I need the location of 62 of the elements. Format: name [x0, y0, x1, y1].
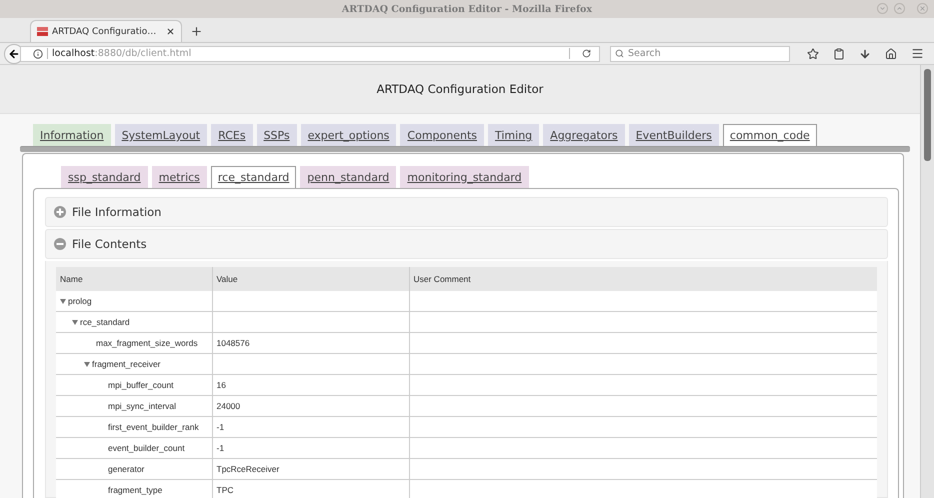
caret-down-icon[interactable] [60, 298, 66, 304]
window-title: ARTDAQ Configuration Editor - Mozilla Firefox [342, 4, 592, 14]
download-icon[interactable] [859, 48, 871, 60]
tab[interactable]: common_code [722, 124, 817, 146]
tab[interactable]: penn_standard [300, 166, 396, 188]
browser-tab[interactable]: ARTDAQ Configuratio… [30, 20, 182, 42]
column-header: User Comment [409, 267, 877, 291]
tree-node[interactable]: mpi_buffer_count [108, 380, 174, 390]
tab[interactable]: Components [400, 124, 484, 146]
caret-down-icon[interactable] [72, 320, 78, 325]
bookmark-star-icon[interactable] [807, 48, 819, 60]
scrollbar[interactable] [920, 65, 934, 498]
tab[interactable]: Timing [488, 124, 540, 146]
caret-down-icon[interactable] [84, 362, 90, 367]
table-cell: 16 [216, 380, 226, 390]
address-field[interactable]: localhost:8880/db/client.html [20, 46, 600, 62]
column-header: Name [56, 267, 212, 291]
tab[interactable]: Information [33, 124, 111, 146]
section-header[interactable]: File Contents [45, 229, 888, 259]
close-icon [919, 5, 926, 12]
table-cell: TpcRceReceiver [216, 464, 280, 474]
tab[interactable]: expert_options [300, 124, 396, 146]
tree-node[interactable]: generator [108, 464, 144, 474]
tree-node[interactable]: max_fragment_size_words [96, 338, 198, 348]
tab[interactable]: rce_standard [210, 166, 296, 188]
tab[interactable]: monitoring_standard [400, 166, 529, 188]
tree-node[interactable]: mpi_sync_interval [108, 401, 176, 411]
tab[interactable]: Aggregators [543, 124, 625, 146]
favicon-icon [37, 27, 48, 36]
back-arrow-icon [8, 48, 20, 60]
table-cell: 24000 [216, 401, 240, 411]
tab[interactable]: RCEs [211, 124, 253, 146]
search-field[interactable]: Search [610, 46, 790, 62]
tree-node[interactable]: rce_standard [72, 317, 130, 328]
search-icon [615, 49, 624, 58]
chevron-up-icon [896, 5, 903, 12]
menu-icon[interactable] [911, 47, 924, 60]
expand-icon [54, 206, 66, 218]
clipboard-icon[interactable] [833, 48, 845, 60]
table-cell: 1048576 [216, 338, 250, 348]
tab[interactable]: SystemLayout [114, 124, 208, 146]
tree-node[interactable]: fragment_receiver [84, 359, 161, 370]
tree-node[interactable]: event_builder_count [108, 443, 185, 453]
scroll-thumb[interactable] [924, 69, 931, 161]
page-heading: ARTDAQ Configuration Editor [376, 82, 544, 96]
tree-node[interactable]: prolog [60, 296, 92, 306]
collapse-icon [54, 238, 66, 250]
table-cell: -1 [216, 443, 224, 453]
tab[interactable]: ssp_standard [61, 166, 148, 188]
column-header: Value [212, 267, 409, 291]
tab[interactable]: SSPs [256, 124, 297, 146]
table-cell: TPC [216, 485, 234, 495]
tree-node[interactable]: fragment_type [108, 485, 162, 495]
section-header[interactable]: File Information [45, 197, 888, 227]
tab[interactable]: metrics [152, 166, 207, 188]
chevron-down-icon [879, 5, 886, 12]
info-icon[interactable] [33, 48, 43, 58]
close-tab-icon[interactable] [166, 27, 176, 36]
tab[interactable]: EventBuilders [628, 124, 719, 146]
table-cell: -1 [216, 422, 224, 432]
tree-node[interactable]: first_event_builder_rank [108, 422, 199, 432]
home-icon[interactable] [885, 48, 897, 60]
